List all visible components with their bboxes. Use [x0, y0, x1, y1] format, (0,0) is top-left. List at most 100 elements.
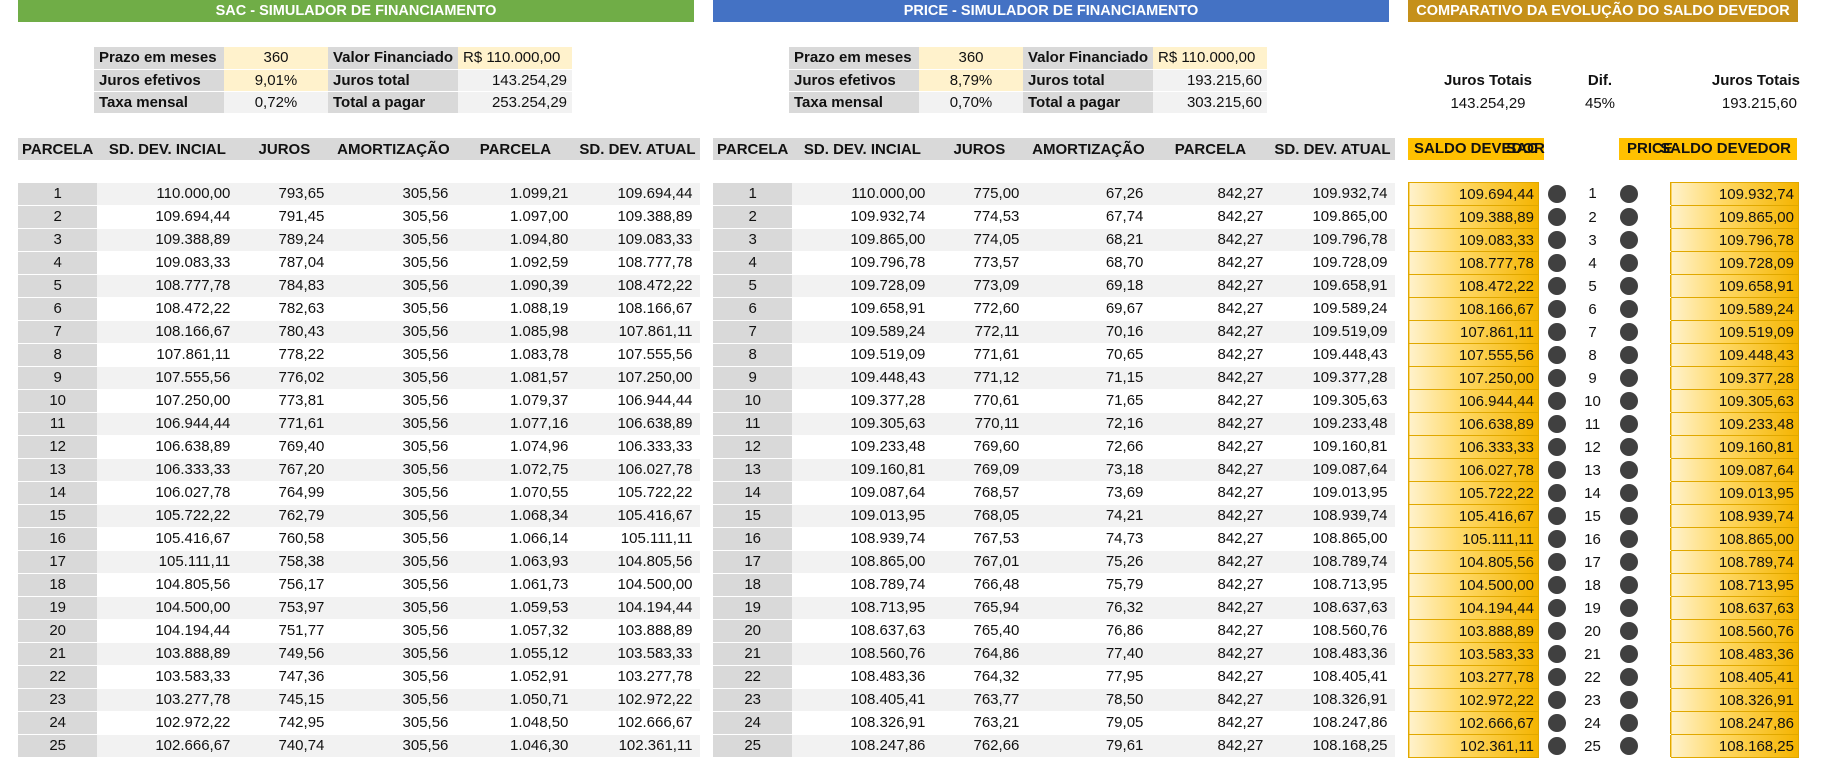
price-cell-3: 79,61: [1026, 734, 1151, 758]
comparativo-row: 102.361,11 25 108.168,25: [1408, 734, 1799, 758]
price-cell-0: 17: [713, 550, 793, 574]
saldo-sac-bar: 103.277,78: [1408, 665, 1539, 689]
price-cell-2: 773,57: [932, 251, 1027, 275]
sac-cell-4: 1.074,96: [455, 435, 576, 459]
dark-circle-icon: [1619, 507, 1638, 526]
comparativo-row: 104.194,44 19 108.637,63: [1408, 596, 1799, 620]
saldo-sac-bar: 109.388,89: [1408, 205, 1539, 229]
price-cell-5: 108.789,74: [1270, 550, 1395, 574]
sac-cell-0: 14: [18, 481, 98, 505]
dark-circle-icon: [1619, 530, 1638, 549]
sac-cell-1: 105.111,11: [97, 550, 238, 574]
sac-cell-3: 305,56: [331, 389, 456, 413]
price-cell-3: 69,67: [1026, 297, 1151, 321]
sac-cell-4: 1.077,16: [455, 412, 576, 436]
sac-marker-cell: [1538, 711, 1575, 735]
price-cell-4: 842,27: [1150, 343, 1271, 367]
price-cell-3: 68,70: [1026, 251, 1151, 275]
sac-cell-0: 12: [18, 435, 98, 459]
sac-cell-2: 784,83: [237, 274, 332, 298]
sac-cell-0: 7: [18, 320, 98, 344]
comparativo-row: 105.111,11 16 108.865,00: [1408, 527, 1799, 551]
sac-cell-4: 1.090,39: [455, 274, 576, 298]
sac-cell-0: 22: [18, 665, 98, 689]
saldo-sac-bar: 108.777,78: [1408, 251, 1539, 275]
price-prazo-input[interactable]: 360: [919, 47, 1023, 70]
juros-totais-sac-value: 143.254,29: [1450, 95, 1526, 112]
price-cell-2: 765,94: [932, 596, 1027, 620]
dark-circle-icon: [1547, 300, 1566, 319]
saldo-sac-bar: 103.888,89: [1408, 619, 1539, 643]
comparativo-row: 105.722,22 14 109.013,95: [1408, 481, 1799, 505]
price-cell-1: 109.728,09: [792, 274, 933, 298]
price-cell-2: 764,86: [932, 642, 1027, 666]
sac-valor-financiado-input[interactable]: R$ 110.000,00: [458, 47, 573, 70]
comparativo-parcela: 1: [1574, 182, 1611, 206]
sac-cell-5: 106.638,89: [575, 412, 700, 436]
price-col-header-5: SD. DEV. ATUAL: [1270, 138, 1395, 160]
comparativo-parcela: 15: [1574, 504, 1611, 528]
price-cell-3: 71,65: [1026, 389, 1151, 413]
sac-marker-cell: [1538, 435, 1575, 459]
price-cell-5: 108.326,91: [1270, 688, 1395, 712]
saldo-price-bar: 108.939,74: [1670, 504, 1799, 528]
comparativo-gap: [1646, 711, 1671, 735]
price-marker-cell: [1610, 228, 1647, 252]
comparativo-parcela: 5: [1574, 274, 1611, 298]
sac-cell-2: 787,04: [237, 251, 332, 275]
price-juros-efetivos-input[interactable]: 8,79%: [919, 69, 1023, 92]
saldo-sac-bar: 103.583,33: [1408, 642, 1539, 666]
dark-circle-icon: [1547, 484, 1566, 503]
comparativo-price-header: PRICE SALDO DEVEDOR: [1619, 138, 1797, 160]
sac-cell-1: 105.722,22: [97, 504, 238, 528]
sac-marker-cell: [1538, 642, 1575, 666]
price-table-row: 25 108.247,86 762,66 79,61 842,27 108.168,25: [713, 734, 1395, 758]
price-cell-2: 770,11: [932, 412, 1027, 436]
price-cell-3: 71,15: [1026, 366, 1151, 390]
price-cell-0: 11: [713, 412, 793, 436]
price-cell-5: 109.658,91: [1270, 274, 1395, 298]
sac-cell-0: 15: [18, 504, 98, 528]
comparativo-gap: [1646, 458, 1671, 482]
sac-cell-4: 1.046,30: [455, 734, 576, 758]
sac-juros-efetivos-input[interactable]: 9,01%: [224, 69, 328, 92]
price-cell-5: 108.713,95: [1270, 573, 1395, 597]
sac-cell-5: 104.194,44: [575, 596, 700, 620]
sac-cell-1: 109.694,44: [97, 205, 238, 229]
comparativo-row: 104.500,00 18 108.713,95: [1408, 573, 1799, 597]
price-cell-3: 76,32: [1026, 596, 1151, 620]
comparativo-gap: [1646, 665, 1671, 689]
price-cell-1: 109.865,00: [792, 228, 933, 252]
price-cell-0: 13: [713, 458, 793, 482]
sac-cell-5: 103.277,78: [575, 665, 700, 689]
price-cell-0: 12: [713, 435, 793, 459]
sac-cell-4: 1.059,53: [455, 596, 576, 620]
sac-marker-cell: [1538, 412, 1575, 436]
sac-cell-5: 103.583,33: [575, 642, 700, 666]
sac-cell-1: 106.944,44: [97, 412, 238, 436]
price-cell-4: 842,27: [1150, 274, 1271, 298]
price-cell-1: 108.865,00: [792, 550, 933, 574]
dark-circle-icon: [1619, 461, 1638, 480]
comparativo-parcela: 7: [1574, 320, 1611, 344]
price-valor-financiado-input[interactable]: R$ 110.000,00: [1153, 47, 1268, 70]
sac-prazo-input[interactable]: 360: [224, 47, 328, 70]
sac-table-row: 14 106.027,78 764,99 305,56 1.070,55 105.722,…: [18, 481, 700, 505]
price-cell-2: 763,21: [932, 711, 1027, 735]
price-table-row: 11 109.305,63 770,11 72,16 842,27 109.233,48: [713, 412, 1395, 436]
sac-cell-5: 109.388,89: [575, 205, 700, 229]
sac-cell-1: 107.861,11: [97, 343, 238, 367]
sac-table-row: 12 106.638,89 769,40 305,56 1.074,96 106.333,…: [18, 435, 700, 459]
comparativo-row: 102.666,67 24 108.247,86: [1408, 711, 1799, 735]
price-cell-0: 7: [713, 320, 793, 344]
saldo-price-bar: 109.448,43: [1670, 343, 1799, 367]
sac-table-row: 11 106.944,44 771,61 305,56 1.077,16 106.638,…: [18, 412, 700, 436]
sac-table-row: 18 104.805,56 756,17 305,56 1.061,73 104.500,…: [18, 573, 700, 597]
comparativo-row: 105.416,67 15 108.939,74: [1408, 504, 1799, 528]
sac-cell-3: 305,56: [331, 458, 456, 482]
price-cell-4: 842,27: [1150, 228, 1271, 252]
sac-cell-2: 773,81: [237, 389, 332, 413]
price-cell-4: 842,27: [1150, 550, 1271, 574]
saldo-price-bar: 108.713,95: [1670, 573, 1799, 597]
dark-circle-icon: [1547, 599, 1566, 618]
